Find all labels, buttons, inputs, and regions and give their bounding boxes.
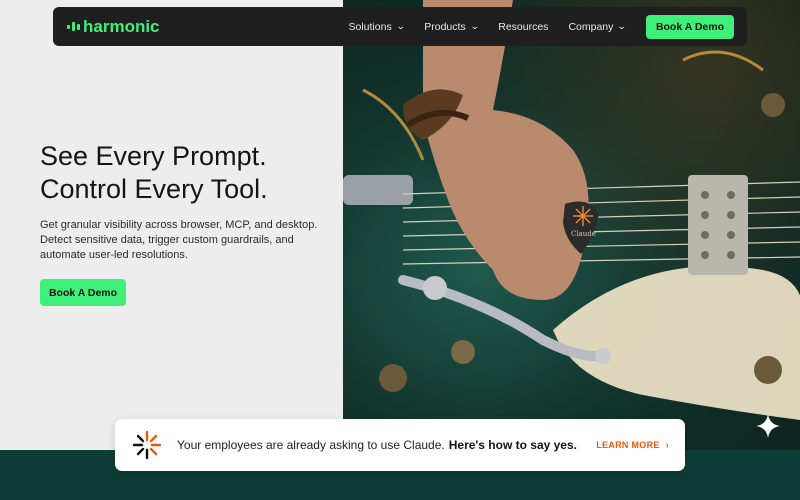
chevron-down-icon: ⌄ <box>395 21 406 31</box>
nav-item-solutions[interactable]: Solutions ⌄ <box>348 20 406 33</box>
hero-image: Claude <box>343 0 800 450</box>
nav-item-label: Resources <box>498 20 549 33</box>
book-demo-nav-button[interactable]: Book A Demo <box>645 14 734 39</box>
sparkle-icon <box>756 414 780 438</box>
nav-item-label: Solutions <box>348 20 392 33</box>
nav-item-products[interactable]: Products ⌄ <box>424 20 480 33</box>
hero-subtext: Get granular visibility across browser, … <box>40 219 318 261</box>
burst-logo-icon <box>132 430 162 460</box>
headline-line-2: Control Every Tool. <box>40 174 268 204</box>
chevron-down-icon: ⌄ <box>469 21 480 31</box>
nav-item-label: Company <box>568 20 614 33</box>
banner-message: Your employees are already asking to use… <box>177 438 445 452</box>
learn-more-link[interactable]: LEARN MORE › <box>596 440 669 450</box>
chevron-down-icon: ⌄ <box>617 21 628 31</box>
announcement-banner[interactable]: Your employees are already asking to use… <box>115 419 685 471</box>
logo-text: harmonic <box>83 16 160 36</box>
nav-item-company[interactable]: Company ⌄ <box>568 20 628 33</box>
logo[interactable]: harmonic <box>67 17 160 37</box>
waveform-icon <box>67 22 80 31</box>
nav-item-label: Products <box>424 20 466 33</box>
chevron-right-icon: › <box>665 440 669 450</box>
nav-links: Solutions ⌄ Products ⌄ Resources Company… <box>329 14 734 39</box>
pick-label: Claude <box>571 230 596 238</box>
top-nav: harmonic Solutions ⌄ Products ⌄ Resource… <box>53 7 747 46</box>
banner-text: Your employees are already asking to use… <box>177 438 577 452</box>
book-demo-button[interactable]: Book A Demo <box>40 279 126 306</box>
learn-more-label: LEARN MORE <box>596 440 660 450</box>
banner-emphasis: Here's how to say yes. <box>448 438 577 452</box>
headline-line-1: See Every Prompt. <box>40 141 267 171</box>
nav-item-resources[interactable]: Resources <box>498 21 548 33</box>
hero-headline: See Every Prompt. Control Every Tool. <box>40 140 340 206</box>
